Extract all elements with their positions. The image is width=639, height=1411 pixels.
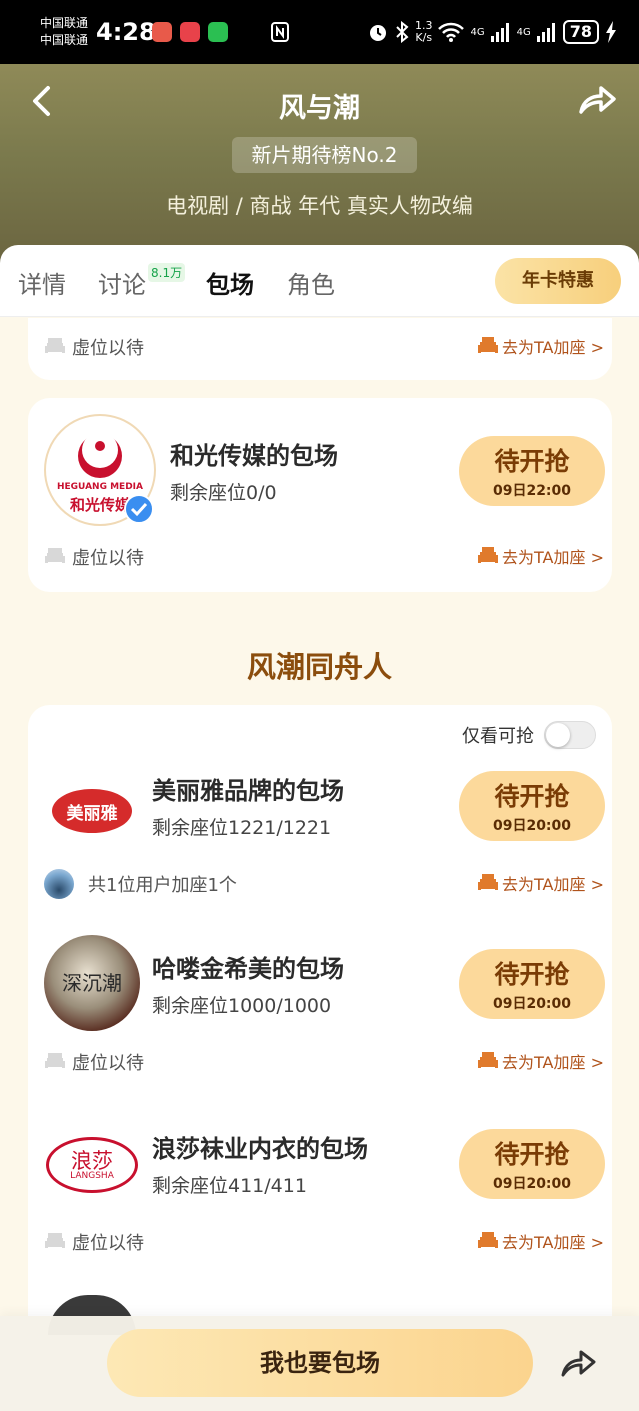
seat-status: 虚位以待 <box>72 1053 144 1074</box>
screening-row[interactable]: 美丽雅 美丽雅品牌的包场 剩余座位1221/1221 待开抢 09日20:00 <box>28 761 612 881</box>
signal-icon <box>490 23 509 42</box>
card-footer: 虚位以待 去为TA加座 > <box>44 1047 604 1075</box>
nfc-icon <box>271 22 289 42</box>
screening-row[interactable]: 浪莎 LANGSHA 浪莎袜业内衣的包场 剩余座位411/411 待开抢 09日… <box>28 1115 612 1235</box>
screening-list: 仅看可抢 美丽雅 美丽雅品牌的包场 剩余座位1221/1221 待开抢 09日2… <box>28 705 612 1345</box>
verified-icon <box>124 494 154 524</box>
seat-add-icon <box>478 1052 499 1068</box>
screening-row[interactable]: 深沉潮 哈喽金希美的包场 剩余座位1000/1000 待开抢 09日20:00 <box>28 935 612 1055</box>
card-footer: 虚位以待 去为TA加座 > <box>44 542 604 570</box>
wechat-icon <box>208 22 228 42</box>
remaining-seats: 剩余座位1000/1000 <box>152 995 332 1017</box>
seat-add-icon <box>478 1232 499 1248</box>
meiliya-logo: 美丽雅 <box>44 761 156 873</box>
alarm-icon <box>369 25 386 41</box>
langsha-logo-en: LANGSHA <box>70 1171 114 1181</box>
meiliya-logo-text: 美丽雅 <box>66 804 118 824</box>
seat-add-icon <box>478 547 499 563</box>
carrier-1: 中国联通 <box>40 16 89 30</box>
section-title: 风潮同舟人 <box>246 650 392 684</box>
sofa-icon <box>45 1233 65 1248</box>
toggle-switch[interactable] <box>544 721 596 749</box>
seat-status: 虚位以待 <box>72 1233 144 1254</box>
seat-status: 虚位以待 <box>72 338 144 359</box>
grab-button[interactable]: 待开抢 09日20:00 <box>459 771 605 841</box>
book-screening-button[interactable]: 我也要包场 <box>107 1329 533 1397</box>
seat-status: 共1位用户加座1个 <box>88 875 237 896</box>
add-seat-link[interactable]: 去为TA加座 > <box>478 334 604 358</box>
wifi-icon <box>438 22 465 42</box>
tab-discussion[interactable]: 讨论 <box>98 265 146 300</box>
screening-name: 美丽雅品牌的包场 <box>152 777 344 805</box>
share-icon[interactable] <box>577 82 617 118</box>
remaining-seats: 剩余座位1221/1221 <box>152 817 332 839</box>
card-footer: 共1位用户加座1个 去为TA加座 > <box>44 869 604 899</box>
net-speed: 1.3 K/s <box>414 19 433 44</box>
remaining-seats: 剩余座位411/411 <box>152 1175 307 1197</box>
carrier-info: 中国联通 中国联通 <box>40 15 88 49</box>
notification-app-icon <box>180 22 200 42</box>
genre-text: 电视剧 / 商战 年代 真实人物改编 <box>166 194 473 218</box>
screening-name: 哈喽金希美的包场 <box>152 955 344 983</box>
bottom-bar: 我也要包场 <box>0 1316 639 1411</box>
add-seat-link[interactable]: 去为TA加座 > <box>478 1229 604 1253</box>
seat-add-icon <box>478 337 499 353</box>
annual-card-button[interactable]: 年卡特惠 <box>495 258 621 304</box>
filter-label: 仅看可抢 <box>462 726 534 747</box>
network-type: 4G <box>516 26 531 38</box>
drama-poster-avatar: 深沉潮 <box>44 935 140 1031</box>
status-icons: 1.3 K/s 4G 4G 78 <box>367 20 617 44</box>
tab-roles[interactable]: 角色 <box>287 265 335 300</box>
card-footer: 虚位以待 去为TA加座 > <box>44 1227 604 1255</box>
signal-icon <box>536 23 555 42</box>
sofa-icon <box>45 338 65 353</box>
clock: 4:28 <box>96 18 156 46</box>
screening-name: 浪莎袜业内衣的包场 <box>152 1135 368 1163</box>
add-seat-link[interactable]: 去为TA加座 > <box>478 544 604 568</box>
avatar <box>44 869 74 899</box>
screening-card-partial: 虚位以待 去为TA加座 > <box>28 318 612 380</box>
bluetooth-icon <box>396 21 409 43</box>
heguang-logo-en: HEGUANG MEDIA <box>56 482 143 492</box>
seat-add-icon <box>478 874 499 890</box>
seat-status: 虚位以待 <box>72 548 144 569</box>
discussion-count-badge: 8.1万 <box>148 263 186 282</box>
share-icon[interactable] <box>560 1346 598 1380</box>
screening-card[interactable]: HEGUANG MEDIA 和光传媒 和光传媒的包场 剩余座位0/0 待开抢 0… <box>28 398 612 592</box>
langsha-logo: 浪莎 LANGSHA <box>44 1115 140 1211</box>
sofa-icon <box>45 548 65 563</box>
card-footer: 虚位以待 去为TA加座 > <box>44 332 604 360</box>
charging-icon <box>606 21 616 43</box>
grab-button[interactable]: 待开抢 09日22:00 <box>459 436 605 506</box>
carrier-2: 中国联通 <box>40 33 89 47</box>
poster-text: 深沉潮 <box>62 971 122 995</box>
add-seat-link[interactable]: 去为TA加座 > <box>478 1049 604 1073</box>
page-title: 风与潮 <box>279 93 360 124</box>
sofa-icon <box>45 1053 65 1068</box>
screening-row: HEGUANG MEDIA 和光传媒 和光传媒的包场 剩余座位0/0 待开抢 0… <box>28 412 612 532</box>
screening-name: 和光传媒的包场 <box>170 442 338 470</box>
remaining-seats: 剩余座位0/0 <box>170 482 277 504</box>
grab-button[interactable]: 待开抢 09日20:00 <box>459 949 605 1019</box>
tab-screenings[interactable]: 包场 <box>206 265 254 300</box>
rank-badge[interactable]: 新片期待榜No.2 <box>232 137 417 173</box>
grab-button[interactable]: 待开抢 09日20:00 <box>459 1129 605 1199</box>
status-bar: 中国联通 中国联通 4:28 1.3 K/s 4G 4G 78 <box>0 0 639 64</box>
filter-toggle[interactable]: 仅看可抢 <box>462 721 596 749</box>
notification-app-icon <box>152 22 172 42</box>
toggle-knob <box>546 723 570 747</box>
network-type: 4G <box>470 26 485 38</box>
drama-header: 风与潮 新片期待榜No.2 电视剧 / 商战 年代 真实人物改编 <box>0 64 639 264</box>
tab-details[interactable]: 详情 <box>18 265 66 300</box>
battery-indicator: 78 <box>562 20 599 44</box>
add-seat-link[interactable]: 去为TA加座 > <box>478 871 604 895</box>
tab-bar: 详情 讨论 8.1万 包场 角色 年卡特惠 <box>0 245 639 317</box>
